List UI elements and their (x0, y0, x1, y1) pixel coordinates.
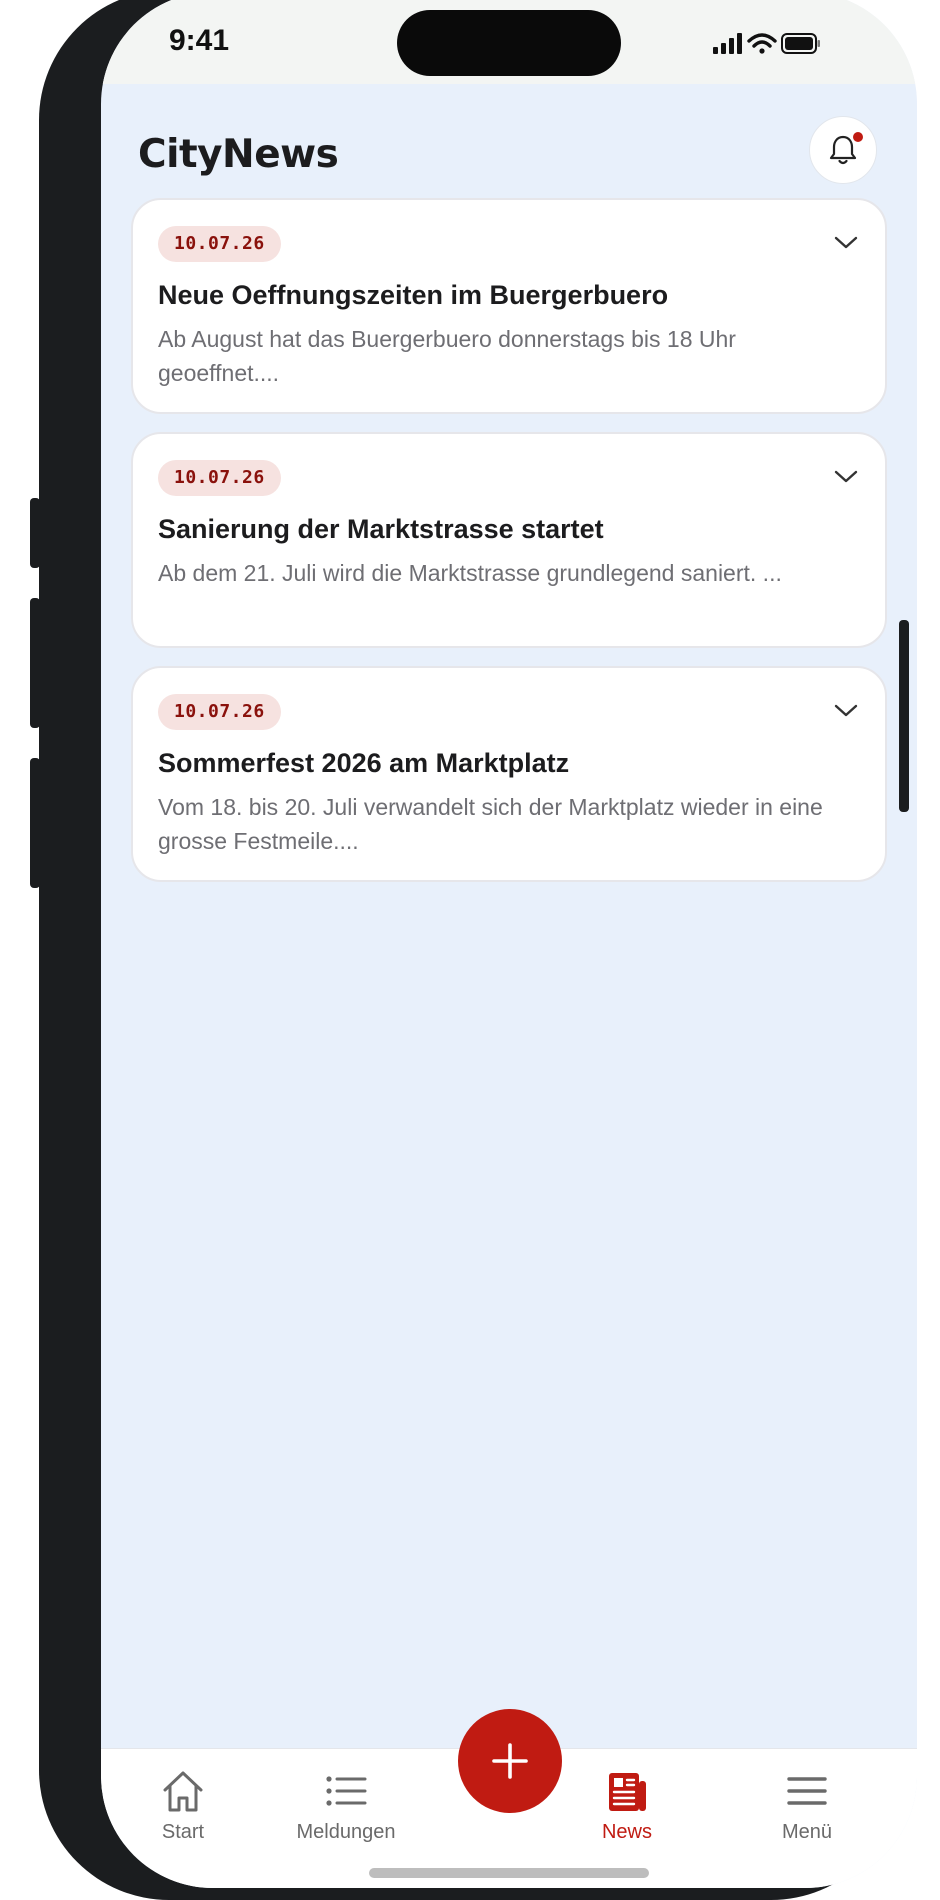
menu-icon (787, 1777, 827, 1805)
newspaper-icon (609, 1773, 646, 1811)
notifications-button[interactable] (809, 116, 877, 184)
status-icons (711, 30, 821, 58)
tab-news[interactable]: News (567, 1769, 687, 1844)
date-badge: 10.07.26 (158, 226, 281, 262)
tab-start[interactable]: Start (123, 1769, 243, 1844)
news-card[interactable]: 10.07.26 Sanierung der Marktstrasse star… (131, 432, 887, 648)
chevron-down-icon[interactable] (833, 702, 859, 720)
news-title: Sommerfest 2026 am Marktplatz (158, 748, 570, 778)
home-indicator[interactable] (369, 1868, 649, 1878)
chevron-down-icon[interactable] (833, 468, 859, 486)
tab-label: Menü (781, 1821, 833, 1843)
tab-meldungen[interactable]: Meldungen (286, 1769, 406, 1844)
news-excerpt: Vom 18. bis 20. Juli verwandelt sich der… (158, 794, 823, 854)
battery-icon (781, 33, 820, 54)
dynamic-island (397, 10, 621, 76)
add-report-button[interactable] (458, 1709, 562, 1813)
status-time: 9:41 (169, 24, 230, 57)
tab-label: Start (161, 1821, 205, 1843)
news-card[interactable]: 10.07.26 Neue Oeffnungszeiten im Buerger… (131, 198, 887, 414)
home-icon (163, 1771, 203, 1812)
date-badge: 10.07.26 (158, 460, 281, 496)
news-excerpt: Ab August hat das Buergerbuero donnersta… (158, 326, 736, 386)
action-button (30, 498, 40, 568)
power-button (899, 620, 909, 812)
app-title: CityNews (138, 132, 339, 177)
news-card[interactable]: 10.07.26 Sommerfest 2026 am Marktplatz V… (131, 666, 887, 882)
tab-label: Meldungen (296, 1821, 396, 1843)
volume-down-button (30, 758, 40, 888)
date-badge: 10.07.26 (158, 694, 281, 730)
phone-frame: 9:41 CityNews 10.07.26 Neue Oeffnungszei… (39, 0, 917, 1900)
chevron-down-icon[interactable] (833, 234, 859, 252)
app-screen: 9:41 CityNews 10.07.26 Neue Oeffnungszei… (101, 0, 917, 1888)
wifi-icon (747, 33, 777, 54)
signal-icon (713, 33, 742, 54)
tab-label: News (601, 1821, 652, 1843)
volume-up-button (30, 598, 40, 728)
news-title: Neue Oeffnungszeiten im Buergerbuero (158, 280, 669, 310)
unread-dot (853, 132, 863, 142)
list-icon (326, 1776, 367, 1806)
status-bar: 9:41 (101, 0, 917, 84)
news-title: Sanierung der Marktstrasse startet (158, 514, 604, 544)
plus-icon (492, 1743, 528, 1779)
news-excerpt: Ab dem 21. Juli wird die Marktstrasse gr… (158, 560, 782, 586)
tab-menu[interactable]: Menü (747, 1769, 867, 1844)
